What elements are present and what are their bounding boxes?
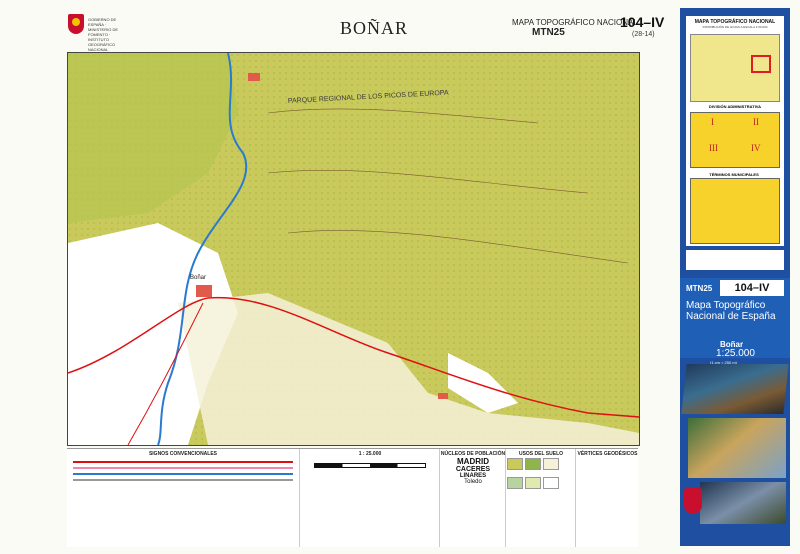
land-use-swatch bbox=[507, 458, 523, 470]
legend-signs-title: SIGNOS CONVENCIONALES bbox=[148, 451, 218, 457]
current-sheet-highlight bbox=[751, 55, 771, 73]
cover-panel: MAPA TOPOGRÁFICO NACIONAL DISTRIBUCIÓN D… bbox=[680, 8, 790, 546]
legend-population: NÚCLEOS DE POBLACIÓN MADRID CACERES LINA… bbox=[439, 449, 506, 547]
town-label: Boñar bbox=[190, 275, 206, 281]
map-series: MAPA TOPOGRÁFICO NACIONAL bbox=[512, 18, 638, 27]
legend-land-use-title: USOS DEL SUELO bbox=[518, 451, 564, 457]
land-use-swatch bbox=[543, 477, 559, 489]
legend-road-line bbox=[73, 461, 293, 463]
legend-boundary-line bbox=[73, 479, 293, 481]
series-code: MTN25 bbox=[532, 27, 565, 38]
population-example: Toledo bbox=[464, 479, 482, 485]
legend-scale-title: 1 : 25.000 bbox=[358, 451, 382, 457]
land-use-swatch bbox=[525, 477, 541, 489]
sheet-number: 104–IV bbox=[620, 14, 665, 30]
legend-vertices-title: VÉRTICES GEODÉSICOS bbox=[577, 451, 638, 457]
village-marker bbox=[438, 393, 448, 399]
title-band: MTN25 104–IV Mapa Topográfico Nacional d… bbox=[680, 278, 790, 358]
municipal-terms-box bbox=[690, 178, 780, 244]
publisher-box bbox=[686, 250, 784, 270]
quadrant-grid: I II III IV bbox=[690, 112, 780, 168]
quadrant-label: I bbox=[711, 117, 714, 127]
cover-scale: 1:25.000 bbox=[716, 348, 755, 359]
division-title: DIVISIÓN ADMINISTRATIVA bbox=[708, 104, 762, 109]
scale-bar bbox=[314, 463, 426, 468]
legend-land-use: USOS DEL SUELO bbox=[505, 449, 576, 547]
sheet-header: GOBIERNO DE ESPAÑA · MINISTERIO DE FOMEN… bbox=[60, 8, 670, 52]
index-panel: MAPA TOPOGRÁFICO NACIONAL DISTRIBUCIÓN D… bbox=[686, 16, 784, 246]
coat-of-arms-icon bbox=[684, 488, 702, 514]
cover-photo-spain-map bbox=[688, 418, 786, 478]
terms-title: TÉRMINOS MUNICIPALES bbox=[709, 172, 759, 177]
index-subtitle: DISTRIBUCIÓN DE HOJAS A ESCALA 1:50.000 bbox=[702, 25, 768, 29]
band-series-code: MTN25 bbox=[686, 284, 713, 293]
map-sheet: GOBIERNO DE ESPAÑA · MINISTERIO DE FOMEN… bbox=[0, 0, 800, 554]
coat-of-arms-icon bbox=[68, 14, 84, 34]
village-marker bbox=[248, 73, 260, 81]
cover-photo bbox=[700, 482, 786, 524]
topographic-map[interactable]: PARQUE REGIONAL DE LOS PICOS DE EUROPA B… bbox=[67, 52, 640, 446]
cover-photo bbox=[681, 364, 789, 414]
quadrant-label: III bbox=[709, 143, 718, 153]
legend-water-line bbox=[73, 473, 293, 475]
legend-signs: SIGNOS CONVENCIONALES bbox=[67, 449, 299, 547]
band-series-name: Mapa Topográfico Nacional de España bbox=[686, 300, 776, 322]
ign-logo: GOBIERNO DE ESPAÑA · MINISTERIO DE FOMEN… bbox=[68, 14, 128, 52]
legend-track-line bbox=[73, 467, 293, 469]
sheet-subnumber: (28-14) bbox=[632, 31, 655, 38]
land-use-swatch bbox=[525, 458, 541, 470]
population-example: CACERES bbox=[455, 466, 491, 473]
map-legend: SIGNOS CONVENCIONALES 1 : 25.000 NÚCLEOS… bbox=[67, 448, 638, 547]
map-canvas: PARQUE REGIONAL DE LOS PICOS DE EUROPA B… bbox=[68, 53, 639, 445]
town-boñar bbox=[196, 285, 212, 297]
land-use-swatch bbox=[543, 458, 559, 470]
sheet-index-map bbox=[690, 34, 780, 102]
population-example: MADRID bbox=[457, 457, 489, 466]
land-use-swatch bbox=[507, 477, 523, 489]
quadrant-label: II bbox=[753, 117, 759, 127]
legend-scale: 1 : 25.000 bbox=[299, 449, 440, 547]
sheet-title: BOÑAR bbox=[340, 18, 409, 38]
band-sheet-number: 104–IV bbox=[720, 280, 784, 296]
quadrant-label: IV bbox=[751, 143, 761, 153]
legend-vertices: VÉRTICES GEODÉSICOS bbox=[575, 449, 639, 547]
org-name: GOBIERNO DE ESPAÑA · MINISTERIO DE FOMEN… bbox=[88, 17, 119, 52]
